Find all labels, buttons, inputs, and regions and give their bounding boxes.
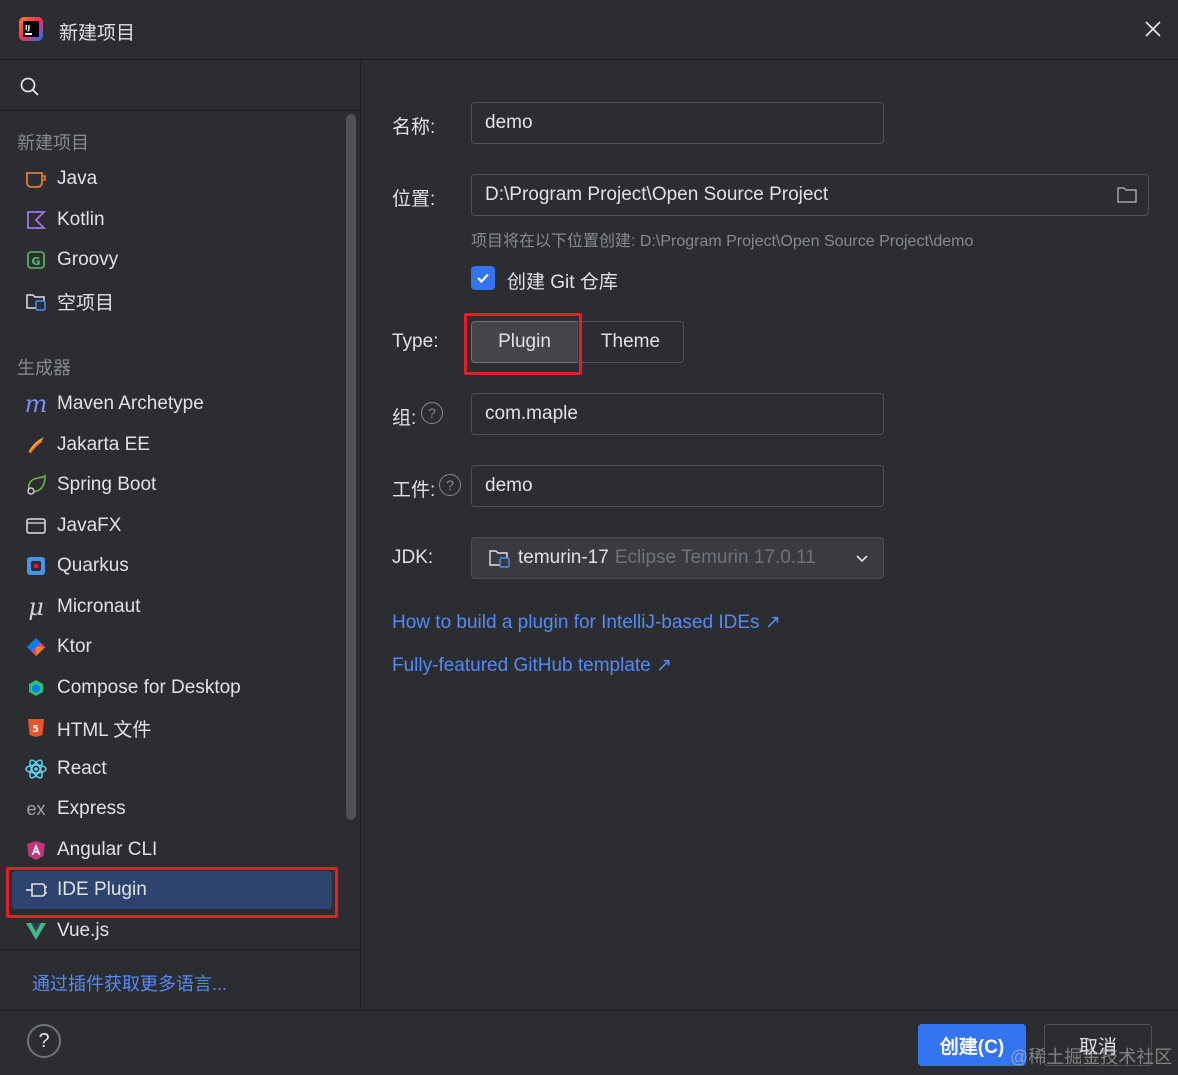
get-more-languages-link[interactable]: 通过插件获取更多语言... bbox=[32, 970, 227, 996]
kotlin-icon bbox=[24, 208, 48, 232]
project-type-sidebar: 新建项目 Java Kotlin G Groovy 空项目 生成器 m Mave… bbox=[0, 61, 361, 1009]
group-help-icon[interactable]: ? bbox=[421, 402, 443, 424]
checkmark-icon bbox=[477, 273, 489, 284]
group-input[interactable]: com.maple bbox=[471, 393, 884, 435]
react-icon bbox=[24, 757, 48, 781]
chevron-down-icon bbox=[856, 555, 868, 563]
sidebar-scrollbar[interactable] bbox=[346, 114, 356, 820]
micronaut-icon: μ bbox=[28, 593, 44, 621]
compose-icon bbox=[24, 676, 48, 700]
jdk-name: temurin-17 bbox=[518, 547, 609, 568]
artifact-input[interactable]: demo bbox=[471, 465, 884, 507]
jakarta-icon bbox=[24, 433, 48, 457]
sidebar-item-empty-project[interactable]: 空项目 bbox=[12, 282, 332, 320]
window-title: 新建项目 bbox=[59, 23, 136, 44]
angular-icon bbox=[24, 838, 48, 862]
type-label: Type: bbox=[392, 331, 439, 352]
location-label: 位置: bbox=[392, 189, 436, 210]
search-icon bbox=[20, 77, 39, 96]
sidebar-item-compose-for-desktop[interactable]: Compose for Desktop bbox=[12, 669, 332, 707]
watermark: @稀土掘金技术社区 bbox=[1010, 1047, 1173, 1067]
sidebar-item-java[interactable]: Java bbox=[12, 160, 332, 198]
jdk-select[interactable]: temurin-17 Eclipse Temurin 17.0.11 bbox=[471, 537, 884, 579]
create-git-checkbox[interactable] bbox=[471, 266, 495, 290]
sidebar-search[interactable] bbox=[0, 61, 360, 111]
sidebar-item-vuejs[interactable]: Vue.js bbox=[12, 912, 332, 950]
plugin-guide-link[interactable]: How to build a plugin for IntelliJ-based… bbox=[392, 611, 781, 634]
create-git-label: 创建 Git 仓库 bbox=[507, 272, 618, 293]
javafx-icon bbox=[24, 514, 48, 538]
express-icon: ex bbox=[26, 798, 46, 819]
maven-icon: m bbox=[24, 390, 48, 418]
jdk-label: JDK: bbox=[392, 547, 434, 568]
github-template-link[interactable]: Fully-featured GitHub template ↗ bbox=[392, 654, 672, 677]
ktor-icon bbox=[24, 635, 48, 659]
sidebar-item-quarkus[interactable]: Quarkus bbox=[12, 547, 332, 585]
quarkus-icon bbox=[24, 554, 48, 578]
name-input[interactable]: demo bbox=[471, 102, 884, 144]
location-input[interactable]: D:\Program Project\Open Source Project bbox=[471, 174, 1149, 216]
vue-icon bbox=[24, 919, 48, 943]
intellij-logo-icon: IJ bbox=[19, 17, 43, 41]
sidebar-item-html-file[interactable]: 5 HTML 文件 bbox=[12, 709, 332, 747]
location-value: D:\Program Project\Open Source Project bbox=[485, 184, 829, 205]
sidebar-item-express[interactable]: ex Express bbox=[12, 790, 332, 828]
svg-text:5: 5 bbox=[32, 724, 39, 735]
plugin-icon bbox=[24, 878, 48, 902]
location-hint: 项目将在以下位置创建: D:\Program Project\Open Sour… bbox=[471, 233, 974, 250]
artifact-help-icon[interactable]: ? bbox=[439, 474, 461, 496]
name-label: 名称: bbox=[392, 117, 436, 138]
groovy-icon: G bbox=[24, 248, 48, 272]
section-title-generators: 生成器 bbox=[17, 358, 71, 378]
sidebar-item-javafx[interactable]: JavaFX bbox=[12, 507, 332, 545]
close-button[interactable] bbox=[1140, 16, 1166, 42]
sidebar-item-ktor[interactable]: Ktor bbox=[12, 628, 332, 666]
sidebar-item-angular-cli[interactable]: Angular CLI bbox=[12, 831, 332, 869]
type-option-theme[interactable]: Theme bbox=[577, 321, 684, 363]
jdk-description: Eclipse Temurin 17.0.11 bbox=[614, 547, 816, 568]
jdk-folder-icon bbox=[489, 550, 510, 568]
group-label: 组: bbox=[392, 408, 417, 429]
spring-boot-icon bbox=[24, 473, 48, 497]
java-icon bbox=[24, 167, 48, 191]
sidebar-item-react[interactable]: React bbox=[12, 750, 332, 788]
sidebar-item-micronaut[interactable]: μ Micronaut bbox=[12, 588, 332, 626]
dialog-footer: ? 创建(C) 取消 bbox=[0, 1010, 1178, 1075]
sidebar-footer: 通过插件获取更多语言... bbox=[0, 949, 360, 1009]
help-button[interactable]: ? bbox=[27, 1024, 61, 1058]
section-title-new-project: 新建项目 bbox=[17, 133, 89, 153]
sidebar-item-maven-archetype[interactable]: m Maven Archetype bbox=[12, 385, 332, 423]
sidebar-item-kotlin[interactable]: Kotlin bbox=[12, 201, 332, 239]
sidebar-item-ide-plugin[interactable]: IDE Plugin bbox=[12, 871, 332, 909]
close-icon bbox=[1145, 21, 1161, 37]
html5-icon: 5 bbox=[24, 716, 48, 740]
sidebar-item-groovy[interactable]: G Groovy bbox=[12, 241, 332, 279]
svg-text:IJ: IJ bbox=[25, 24, 30, 32]
sidebar-item-spring-boot[interactable]: Spring Boot bbox=[12, 466, 332, 504]
type-option-plugin[interactable]: Plugin bbox=[471, 321, 578, 363]
svg-text:G: G bbox=[32, 255, 41, 268]
artifact-label: 工件: bbox=[392, 480, 436, 501]
empty-project-icon bbox=[24, 289, 48, 313]
folder-icon[interactable] bbox=[1116, 185, 1138, 205]
title-bar: IJ 新建项目 bbox=[0, 0, 1178, 60]
sidebar-item-jakarta-ee[interactable]: Jakarta EE bbox=[12, 426, 332, 464]
